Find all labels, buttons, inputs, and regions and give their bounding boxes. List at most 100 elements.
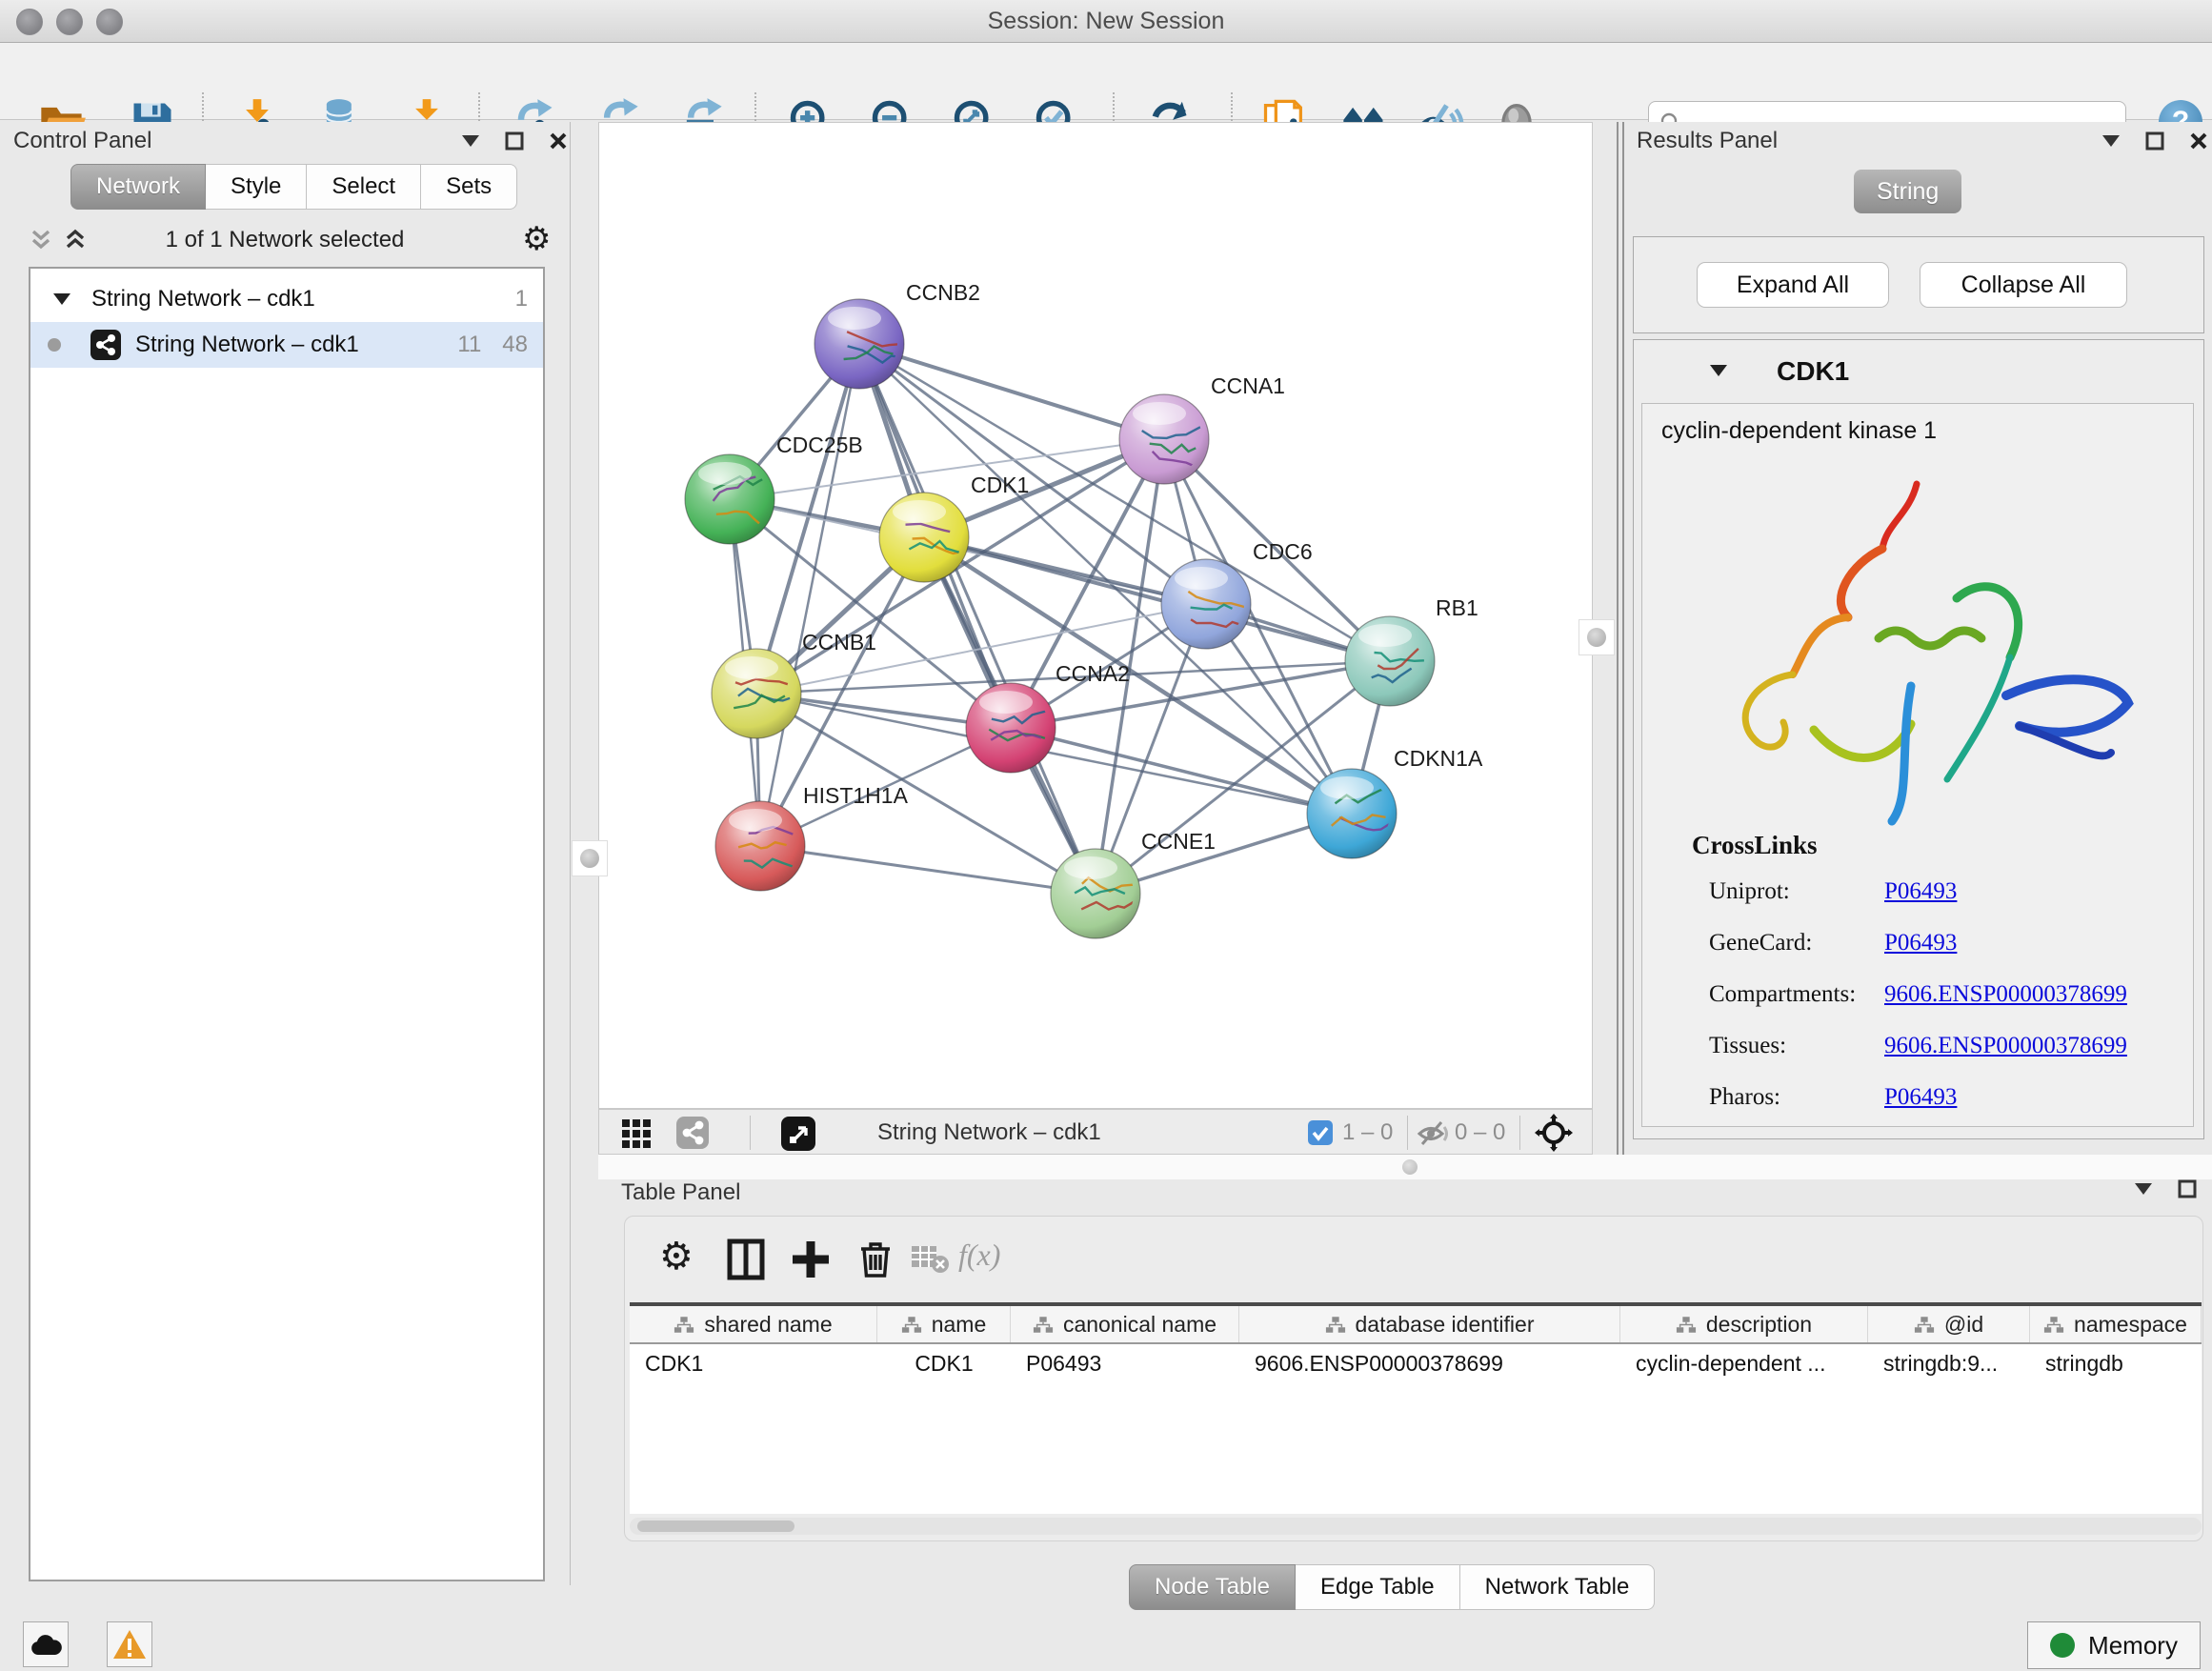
selected-checkbox-icon[interactable] (1308, 1120, 1333, 1145)
network-status-dot (48, 338, 61, 352)
tab-network-table[interactable]: Network Table (1460, 1564, 1656, 1610)
column-header-database-identifier[interactable]: database identifier (1239, 1306, 1620, 1342)
network-share-icon[interactable] (675, 1116, 710, 1150)
tab-select[interactable]: Select (307, 164, 421, 210)
network-options-gear-icon[interactable]: ⚙ (522, 223, 551, 255)
hidden-eye-icon (1417, 1117, 1451, 1152)
network-row-selected[interactable]: String Network – cdk1 11 48 (30, 322, 543, 368)
protein-structure-image (1671, 457, 2166, 829)
column-header-name[interactable]: name (877, 1306, 1011, 1342)
crosslink-link[interactable]: P06493 (1884, 930, 1957, 956)
column-header-namespace[interactable]: namespace (2030, 1306, 2202, 1342)
crosslink-label: Compartments: (1709, 981, 1884, 1008)
show-columns-icon[interactable] (724, 1238, 768, 1281)
right-splitter-handle[interactable] (1579, 619, 1615, 655)
collection-expand-icon[interactable] (53, 293, 70, 305)
scrollbar-thumb[interactable] (637, 1520, 794, 1532)
node-label: CCNA1 (1211, 373, 1285, 398)
expand-all-button[interactable]: Expand All (1697, 262, 1889, 308)
network-edges (730, 344, 1390, 894)
crosslink-label: Pharos: (1709, 1084, 1884, 1111)
collection-count: 1 (515, 286, 528, 312)
network-node[interactable]: HIST1H1A (715, 783, 909, 891)
gene-description: cyclin-dependent kinase 1 (1661, 417, 1937, 445)
collapse-gene-icon[interactable] (1710, 365, 1727, 376)
crosslink-link[interactable]: 9606.ENSP00000378699 (1884, 981, 2127, 1008)
network-collection-row[interactable]: String Network – cdk1 1 (30, 276, 543, 322)
window-title: Session: New Session (0, 0, 2212, 42)
panel-menu-icon[interactable] (2132, 1178, 2155, 1200)
table-options-gear-icon[interactable]: ⚙ (659, 1238, 703, 1281)
close-panel-icon[interactable] (2187, 130, 2210, 152)
table-row[interactable]: CDK1CDK1P064939606.ENSP00000378699cyclin… (630, 1344, 2202, 1382)
network-canvas[interactable]: CCNB2CCNA1CDC25BCDK1CDC6RB1CCNB1CCNA2CDK… (598, 122, 1593, 1109)
network-node[interactable]: CDC6 (1161, 539, 1313, 649)
table-cell: 9606.ENSP00000378699 (1239, 1351, 1620, 1377)
network-node[interactable]: CCNA1 (1119, 373, 1285, 484)
node-label: CDKN1A (1394, 746, 1483, 771)
table-cell: stringdb (2030, 1351, 2202, 1377)
network-node[interactable]: CDC25B (685, 433, 863, 544)
network-label: String Network – cdk1 (135, 332, 359, 358)
control-panel: Control Panel NetworkStyleSelectSets 1 o… (0, 122, 571, 1585)
table-cell: P06493 (1011, 1351, 1239, 1377)
tab-style[interactable]: Style (206, 164, 307, 210)
panel-menu-icon[interactable] (2100, 130, 2122, 152)
birdseye-view-icon[interactable] (780, 1116, 814, 1150)
column-type-icon (674, 1316, 694, 1334)
float-panel-icon[interactable] (503, 130, 526, 152)
table-horizontal-scrollbar[interactable] (630, 1518, 2202, 1535)
network-view-toolbar: String Network – cdk1 1 – 0 0 – 0 (598, 1109, 1593, 1155)
panel-divider (1622, 122, 1624, 1155)
node-label: CCNA2 (1056, 661, 1130, 686)
warning-status-icon[interactable] (107, 1621, 152, 1667)
delete-column-icon[interactable] (854, 1238, 897, 1281)
tab-network[interactable]: Network (70, 164, 206, 210)
column-header-description[interactable]: description (1620, 1306, 1868, 1342)
float-panel-icon[interactable] (2176, 1178, 2199, 1200)
column-header-@id[interactable]: @id (1868, 1306, 2030, 1342)
network-node[interactable]: RB1 (1345, 595, 1478, 706)
crosslink-link[interactable]: P06493 (1884, 878, 1957, 905)
column-header-shared-name[interactable]: shared name (630, 1306, 877, 1342)
memory-button[interactable]: Memory (2027, 1621, 2201, 1669)
tab-edge-table[interactable]: Edge Table (1296, 1564, 1460, 1610)
gene-symbol: CDK1 (1777, 340, 1849, 403)
crosslink-link[interactable]: P06493 (1884, 1084, 1957, 1111)
network-node[interactable]: CCNB1 (712, 630, 876, 738)
string-network-icon (90, 329, 122, 361)
network-edge-count: 48 (502, 332, 528, 358)
panel-menu-icon[interactable] (459, 130, 482, 152)
results-controls: Expand All Collapse All (1633, 236, 2204, 333)
cloud-status-icon[interactable] (23, 1621, 69, 1667)
main-toolbar: ? (0, 43, 2212, 120)
tab-string[interactable]: String (1854, 170, 1961, 213)
left-splitter-handle[interactable] (572, 840, 608, 876)
crosslink-link[interactable]: 9606.ENSP00000378699 (1884, 1033, 2127, 1059)
network-node[interactable]: CDKN1A (1307, 746, 1483, 858)
horizontal-splitter-handle[interactable] (1402, 1159, 1418, 1175)
float-panel-icon[interactable] (2143, 130, 2166, 152)
center-view-icon[interactable] (1535, 1114, 1573, 1152)
function-builder-icon: f(x) (958, 1238, 1000, 1273)
current-network-name: String Network – cdk1 (877, 1110, 1101, 1156)
delete-table-icon (911, 1243, 955, 1287)
close-panel-icon[interactable] (547, 130, 570, 152)
node-label: CDK1 (971, 473, 1029, 497)
table-tabs: Node TableEdge TableNetwork Table (1129, 1564, 1655, 1610)
tab-node-table[interactable]: Node Table (1129, 1564, 1296, 1610)
crosslink-row: Compartments:9606.ENSP00000378699 (1642, 969, 2193, 1020)
grid-view-icon[interactable] (620, 1116, 654, 1150)
network-node[interactable]: CDK1 (879, 473, 1029, 582)
crosslink-label: Uniprot: (1709, 878, 1884, 905)
gene-detail-card: CDK1 cyclin-dependent kinase 1 (1633, 339, 2204, 1139)
add-column-icon[interactable] (789, 1238, 833, 1281)
column-type-icon (1325, 1316, 1346, 1334)
toolbar-separator (1519, 1116, 1520, 1150)
column-header-canonical-name[interactable]: canonical name (1011, 1306, 1239, 1342)
tab-sets[interactable]: Sets (421, 164, 517, 210)
collapse-all-button[interactable]: Collapse All (1920, 262, 2127, 308)
panel-divider (1617, 122, 1619, 1155)
crosslink-label: GeneCard: (1709, 930, 1884, 956)
column-type-icon (2043, 1316, 2064, 1334)
